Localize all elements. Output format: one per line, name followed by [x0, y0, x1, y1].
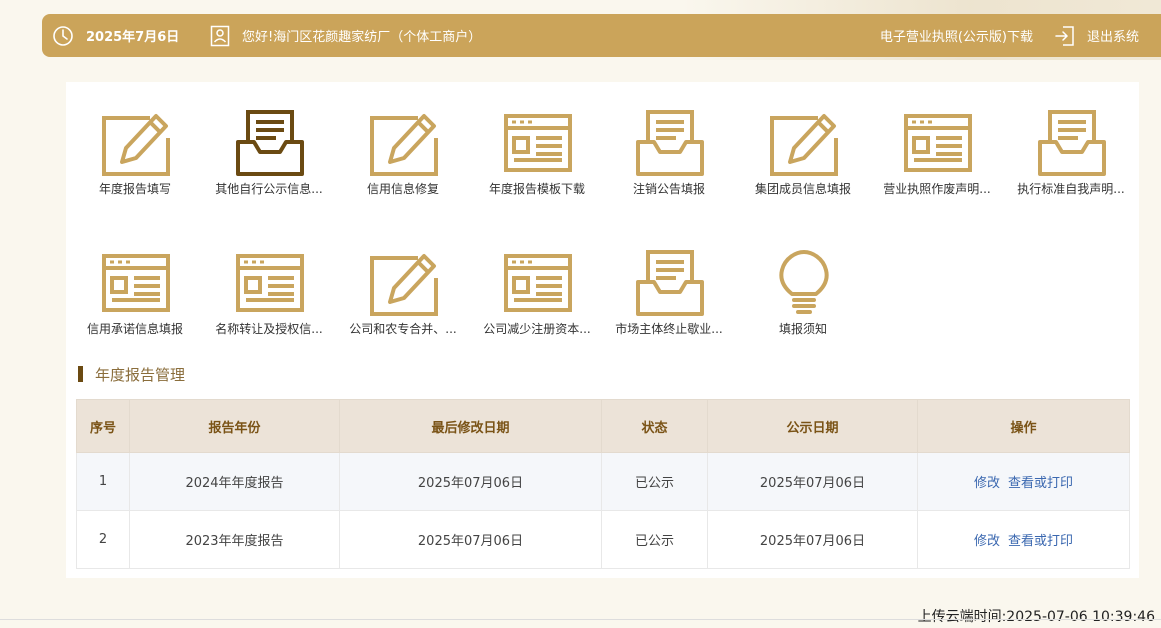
tile-template-download[interactable]: 年度报告模板下载 [470, 108, 604, 208]
cell-year: 2023年年度报告 [129, 510, 340, 569]
tile-label: 营业执照作废声明... [883, 182, 991, 196]
cell-status: 已公示 [601, 452, 708, 511]
cell-publish: 2025年07月06日 [707, 452, 918, 511]
license-download-label: 电子营业执照(公示版)下载 [879, 30, 1033, 45]
tile-merger[interactable]: 公司和农专合并、... [336, 248, 470, 348]
pencil-doc-icon [770, 114, 838, 176]
section-title: 年度报告管理 [78, 364, 185, 384]
license-download-link[interactable]: 电子营业执照(公示版)下载 [880, 14, 1033, 57]
inbox-doc-icon [236, 110, 304, 176]
logout-button[interactable]: 退出系统 [1055, 14, 1139, 57]
edit-link[interactable]: 修改 [974, 534, 1000, 549]
tile-label: 执行标准自我声明... [1017, 182, 1125, 196]
tile-credit-commitment[interactable]: 信用承诺信息填报 [68, 248, 202, 348]
table-row: 1 2024年年度报告 2025年07月06日 已公示 2025年07月06日 … [76, 452, 1130, 511]
col-header-actions: 操作 [917, 399, 1130, 453]
tile-group-members[interactable]: 集团成员信息填报 [736, 108, 870, 208]
logout-icon [1055, 25, 1074, 46]
inbox-doc-icon [636, 250, 704, 316]
window-doc-icon [904, 114, 972, 172]
tile-label: 年度报告模板下载 [488, 182, 585, 196]
tile-label: 其他自行公示信息... [215, 182, 323, 196]
tile-label: 公司和农专合并、... [349, 322, 457, 336]
tile-capital-reduction[interactable]: 公司减少注册资本... [470, 248, 604, 348]
section-marker [78, 366, 83, 382]
table-row: 2 2023年年度报告 2025年07月06日 已公示 2025年07月06日 … [76, 510, 1130, 569]
cell-status: 已公示 [601, 510, 708, 569]
window-doc-icon [504, 114, 572, 172]
annual-report-table: 序号 报告年份 最后修改日期 状态 公示日期 操作 1 2024年年度报告 20… [76, 399, 1130, 569]
greeting-text: 您好!海门区花颜趣家纺厂（个体工商户） [242, 30, 482, 45]
inbox-doc-icon [636, 110, 704, 176]
col-header-no: 序号 [76, 399, 130, 453]
inbox-doc-icon [1038, 110, 1106, 176]
user-icon [210, 25, 230, 46]
pencil-doc-icon [370, 114, 438, 176]
col-header-year: 报告年份 [129, 399, 340, 453]
pencil-doc-icon [370, 254, 438, 316]
tile-label: 信用信息修复 [366, 182, 439, 196]
cell-modified: 2025年07月06日 [339, 510, 602, 569]
edit-link[interactable]: 修改 [974, 476, 1000, 491]
view-print-link[interactable]: 查看或打印 [1008, 476, 1073, 491]
cell-year: 2024年年度报告 [129, 452, 340, 511]
tile-other-disclosure[interactable]: 其他自行公示信息... [202, 108, 336, 208]
view-print-link[interactable]: 查看或打印 [1008, 534, 1073, 549]
tile-label: 信用承诺信息填报 [86, 322, 183, 336]
section-title-text: 年度报告管理 [95, 365, 186, 384]
tile-filing-notice[interactable]: 填报须知 [736, 248, 870, 348]
top-bar: 2025年7月6日 您好!海门区花颜趣家纺厂（个体工商户） 电子营业执照(公示版… [42, 14, 1161, 57]
cell-publish: 2025年07月06日 [707, 510, 918, 569]
tile-standard-declaration[interactable]: 执行标准自我声明... [1004, 108, 1138, 208]
window-doc-icon [102, 254, 170, 312]
current-date: 2025年7月6日 [86, 30, 180, 45]
tile-label: 市场主体终止歇业... [615, 322, 723, 336]
col-header-publish: 公示日期 [707, 399, 918, 453]
tile-credit-repair[interactable]: 信用信息修复 [336, 108, 470, 208]
cell-modified: 2025年07月06日 [339, 452, 602, 511]
lightbulb-icon [779, 250, 829, 314]
tile-annual-report-fill[interactable]: 年度报告填写 [68, 108, 202, 208]
tile-business-suspension[interactable]: 市场主体终止歇业... [602, 248, 736, 348]
cell-no: 1 [76, 452, 130, 511]
tile-name-transfer[interactable]: 名称转让及授权信... [202, 248, 336, 348]
col-header-modified: 最后修改日期 [339, 399, 602, 453]
tile-cancellation-notice[interactable]: 注销公告填报 [602, 108, 736, 208]
tile-label: 集团成员信息填报 [754, 182, 851, 196]
tile-license-void[interactable]: 营业执照作废声明... [870, 108, 1004, 208]
tile-label: 名称转让及授权信... [215, 322, 323, 336]
cell-actions: 修改 查看或打印 [917, 510, 1130, 569]
footer-divider [0, 619, 1161, 620]
cell-no: 2 [76, 510, 130, 569]
logout-label: 退出系统 [1086, 30, 1139, 45]
tile-label: 注销公告填报 [632, 182, 705, 196]
cell-actions: 修改 查看或打印 [917, 452, 1130, 511]
tile-label: 年度报告填写 [98, 182, 171, 196]
col-header-status: 状态 [601, 399, 708, 453]
tile-label: 公司减少注册资本... [483, 322, 591, 336]
table-header-row: 序号 报告年份 最后修改日期 状态 公示日期 操作 [76, 399, 1130, 453]
user-greeting: 您好!海门区花颜趣家纺厂（个体工商户） [210, 14, 481, 57]
tile-label: 填报须知 [778, 322, 827, 336]
date-display: 2025年7月6日 [52, 14, 179, 57]
pencil-doc-icon [102, 114, 170, 176]
upload-time: 上传云端时间:2025-07-06 10:39:46 [917, 609, 1155, 625]
window-doc-icon [236, 254, 304, 312]
clock-icon [53, 25, 73, 46]
window-doc-icon [504, 254, 572, 312]
